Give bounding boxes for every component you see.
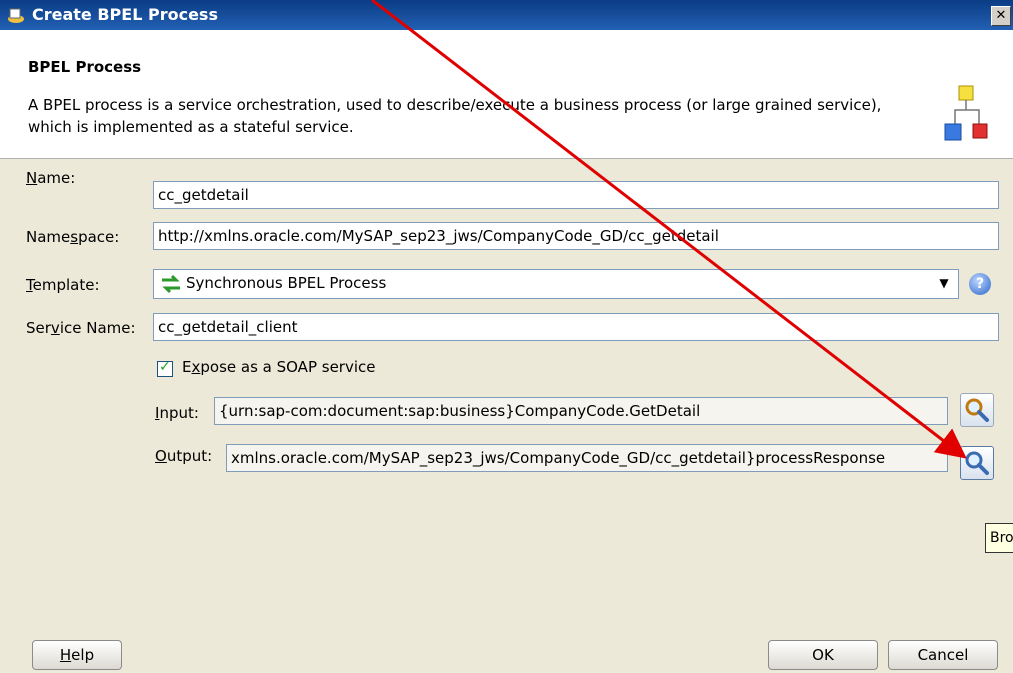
annotation-arrow xyxy=(371,0,967,459)
